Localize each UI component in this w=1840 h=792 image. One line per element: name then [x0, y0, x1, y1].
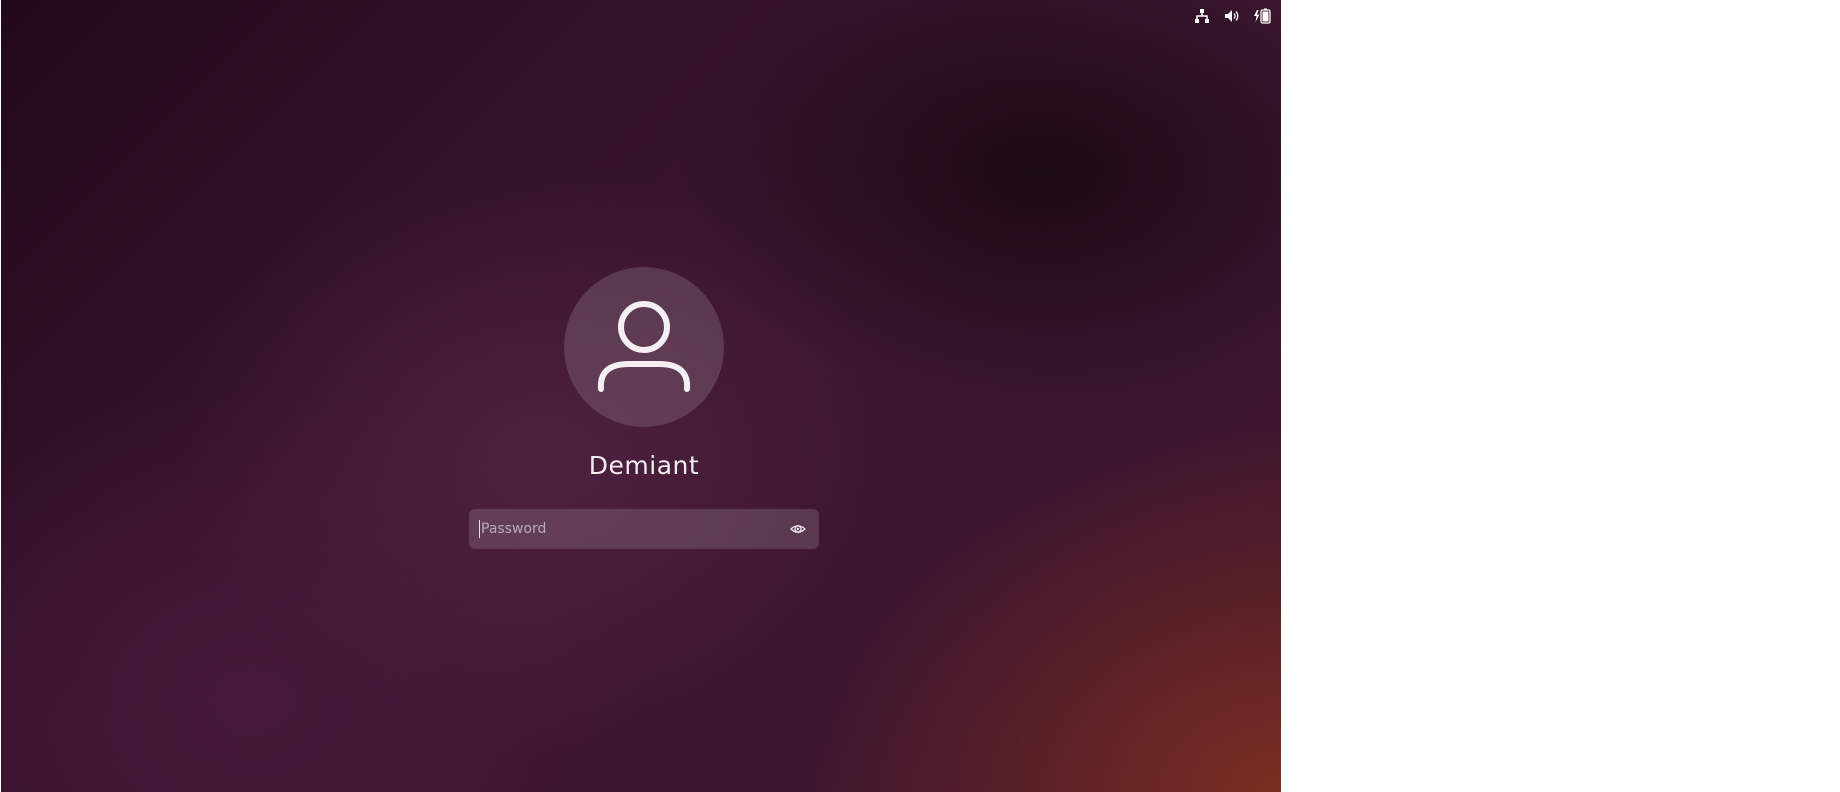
battery-charging-icon[interactable]	[1251, 5, 1273, 27]
eye-reveal-icon[interactable]	[787, 518, 809, 540]
password-input[interactable]	[479, 520, 787, 538]
login-panel: Demiant	[469, 267, 819, 549]
system-tray[interactable]	[1191, 0, 1281, 32]
volume-icon[interactable]	[1221, 5, 1243, 27]
password-field[interactable]	[469, 509, 819, 549]
network-wired-icon[interactable]	[1191, 5, 1213, 27]
user-avatar-icon[interactable]	[564, 267, 724, 427]
lock-screen: Demiant	[1, 0, 1281, 792]
username-label[interactable]: Demiant	[589, 451, 699, 481]
